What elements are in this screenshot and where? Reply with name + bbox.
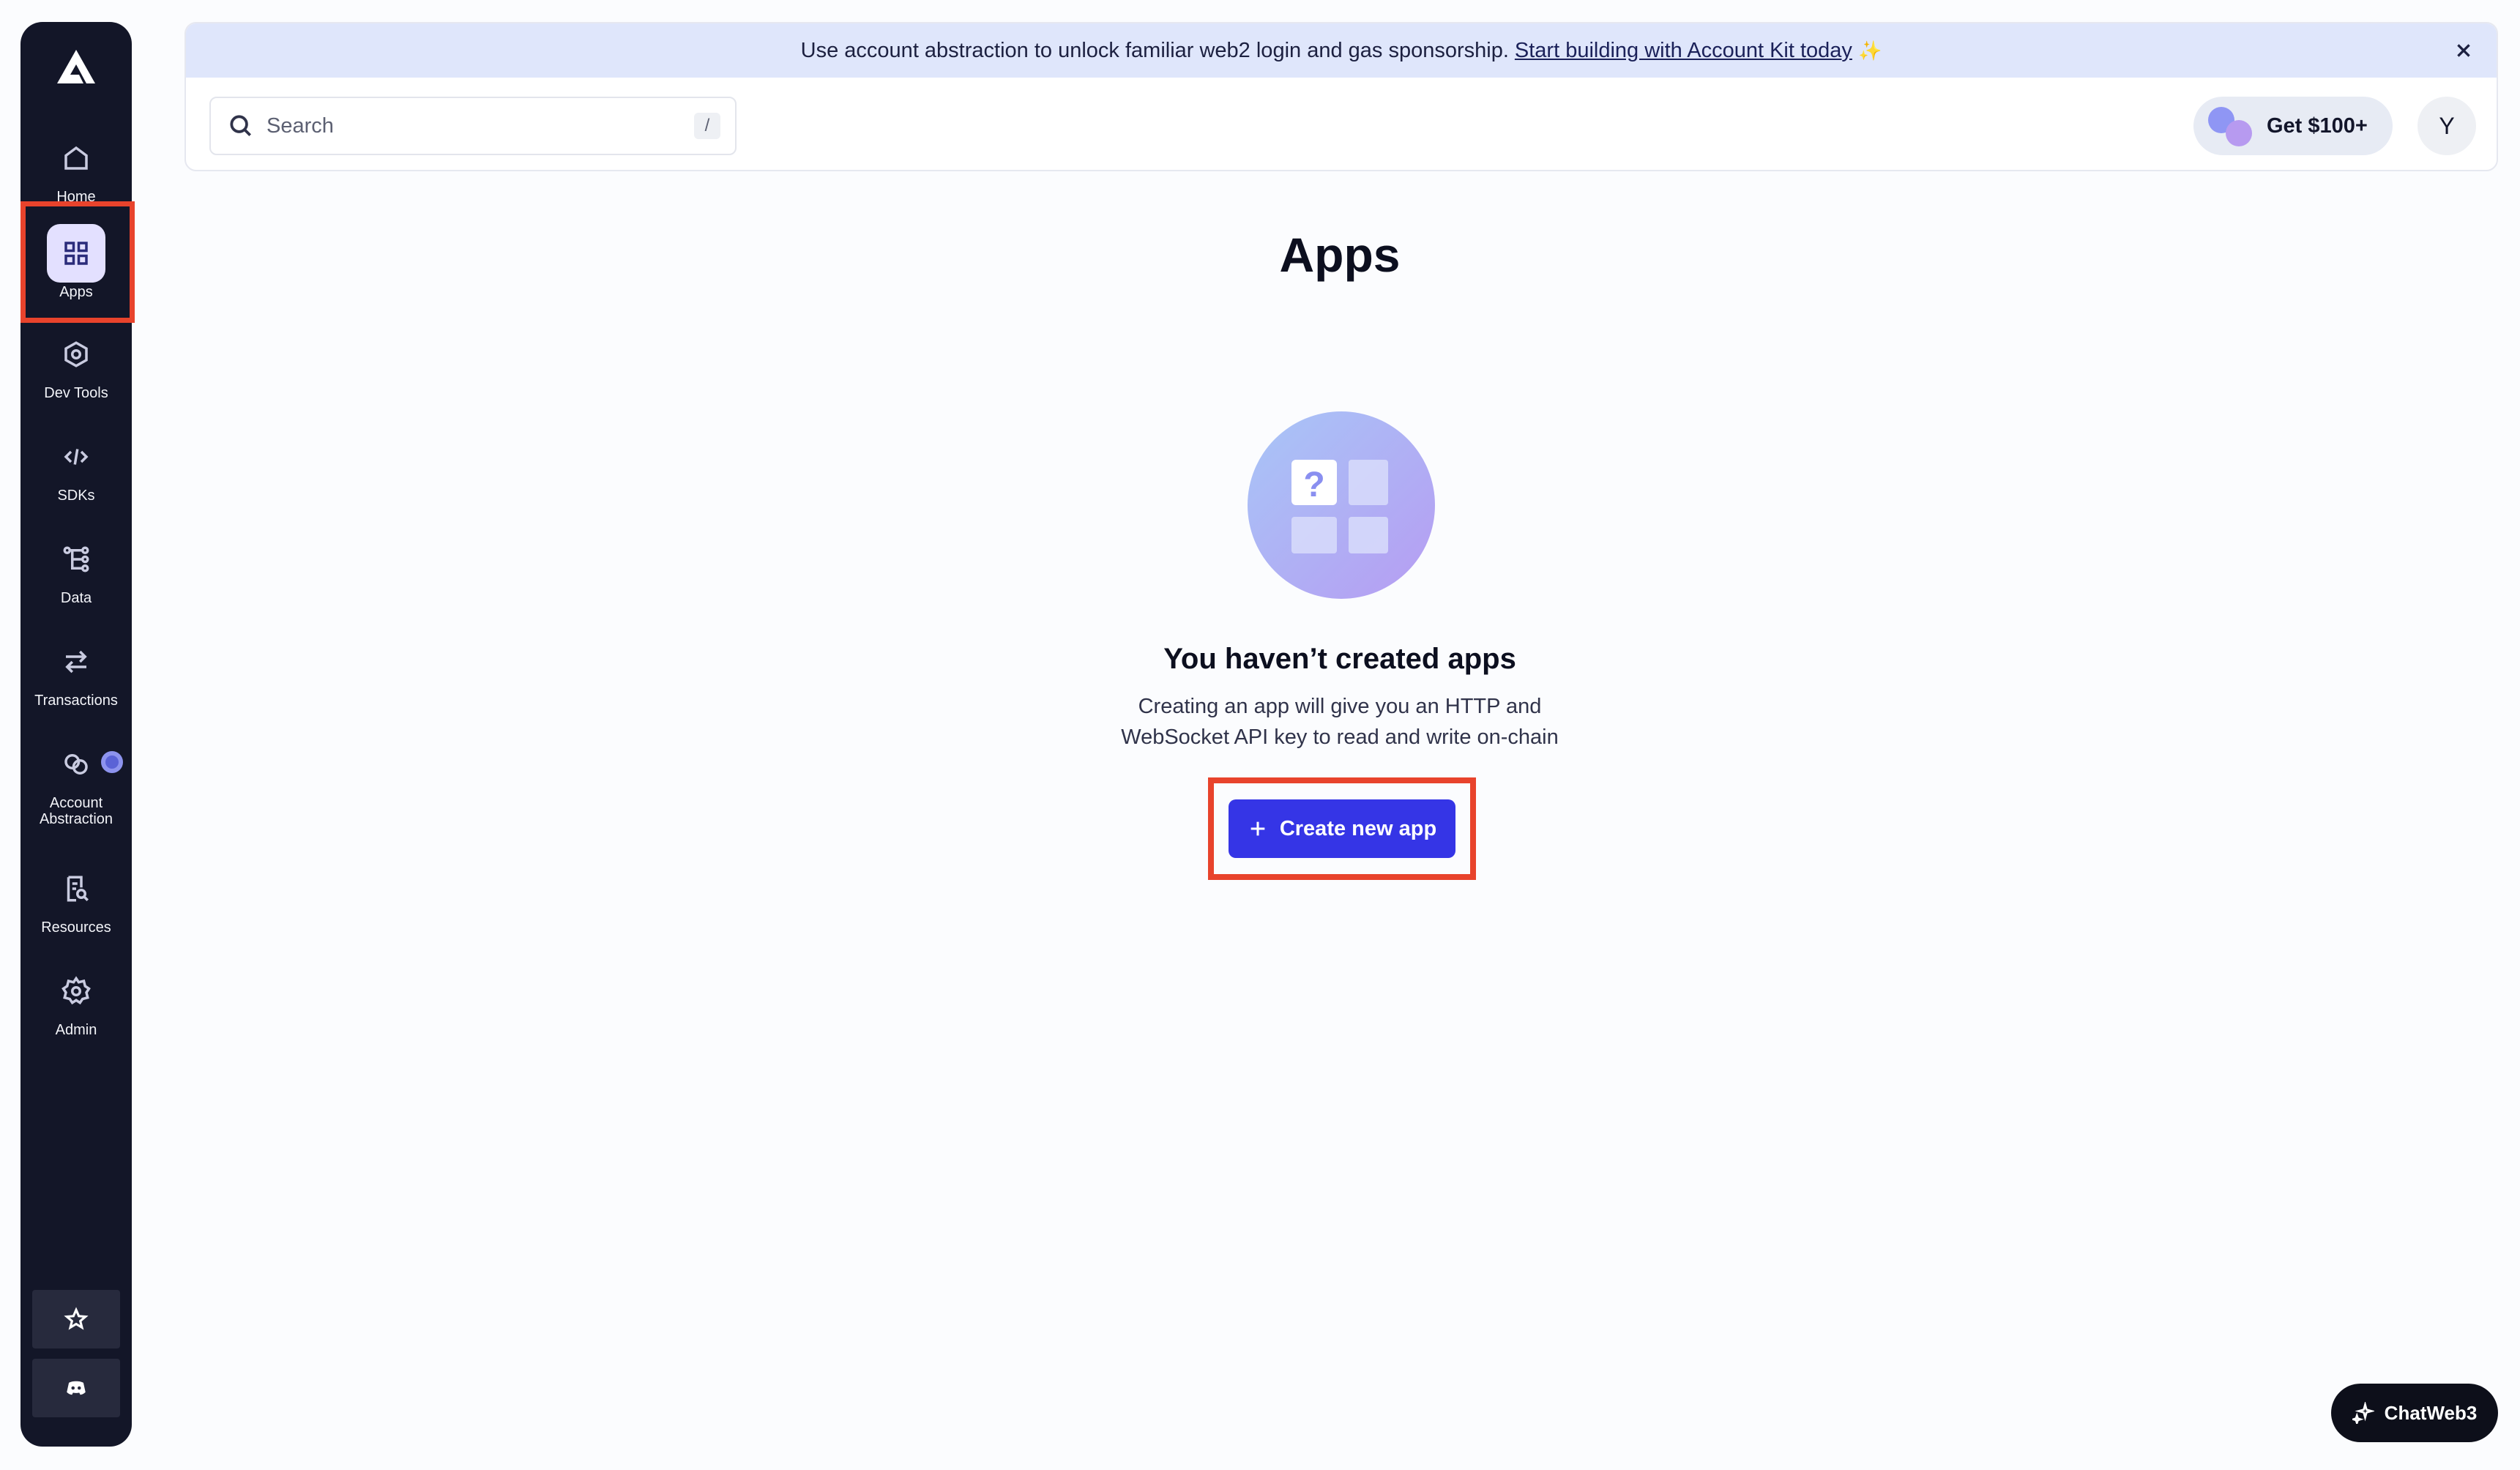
sidebar-item-apps[interactable]: Apps xyxy=(20,224,132,310)
star-icon xyxy=(64,1307,89,1330)
sidebar-item-data[interactable]: Data xyxy=(20,530,132,616)
referral-promo-button[interactable]: Get $100+ xyxy=(2193,97,2393,155)
chatweb3-button[interactable]: ChatWeb3 xyxy=(2331,1384,2498,1442)
discord-button[interactable] xyxy=(32,1359,120,1417)
sidebar-item-admin[interactable]: Admin xyxy=(20,962,132,1048)
alchemy-logo-icon[interactable] xyxy=(54,47,98,88)
empty-apps-illustration-icon: ? xyxy=(1248,411,1435,599)
create-new-app-label: Create new app xyxy=(1279,816,1437,840)
close-icon xyxy=(2457,44,2470,57)
sparkles-icon xyxy=(2352,1402,2374,1424)
code-icon xyxy=(47,428,105,486)
sidebar-item-home[interactable]: Home xyxy=(20,129,132,215)
search-placeholder: Search xyxy=(266,113,334,138)
announcement-banner: Use account abstraction to unlock famili… xyxy=(186,23,2497,78)
gear-icon xyxy=(47,962,105,1021)
document-search-icon xyxy=(47,859,105,918)
plus-icon xyxy=(1250,821,1265,836)
search-input[interactable]: Search / xyxy=(209,97,737,155)
account-kit-link[interactable]: Start building with Account Kit today xyxy=(1515,39,1852,63)
sidebar-item-sdks[interactable]: SDKs xyxy=(20,428,132,514)
sparkle-icon: ✨ xyxy=(1857,39,1882,61)
empty-state-description-line: WebSocket API key to read and write on-c… xyxy=(1121,725,1559,749)
search-shortcut-key: / xyxy=(694,113,720,139)
chatweb3-label: ChatWeb3 xyxy=(2384,1401,2478,1424)
sidebar-item-label: Transactions xyxy=(34,693,118,709)
sidebar-item-label: SDKs xyxy=(57,488,95,504)
user-avatar[interactable]: Y xyxy=(2418,97,2476,155)
overlapping-circles-icon xyxy=(47,735,105,794)
sidebar-item-dev-tools[interactable]: Dev Tools xyxy=(20,325,132,411)
sidebar-item-label: Account Abstraction xyxy=(39,795,113,827)
sidebar: Home Apps Dev Tools SDKs Data Transactio… xyxy=(20,22,132,1447)
sidebar-item-resources[interactable]: Resources xyxy=(20,859,132,946)
sidebar-item-transactions[interactable]: Transactions xyxy=(20,633,132,719)
sidebar-item-label: Apps xyxy=(59,284,93,300)
sidebar-item-account-abstraction[interactable]: Account Abstraction xyxy=(20,735,132,845)
promo-label: Get $100+ xyxy=(2267,113,2368,138)
sidebar-item-label: Admin xyxy=(55,1022,97,1038)
sidebar-item-label: Dev Tools xyxy=(44,385,108,401)
home-icon xyxy=(47,129,105,187)
close-banner-button[interactable] xyxy=(2450,37,2478,64)
sidebar-item-label: Resources xyxy=(41,919,111,936)
page-title: Apps xyxy=(1279,228,1401,282)
smiley-faces-icon xyxy=(2205,104,2256,148)
favorites-button[interactable] xyxy=(32,1290,120,1348)
banner-text: Use account abstraction to unlock famili… xyxy=(800,38,1509,62)
tree-icon xyxy=(47,530,105,589)
svg-text:?: ? xyxy=(1303,466,1324,504)
sidebar-item-label: Home xyxy=(56,189,96,205)
empty-state-description: Creating an app will give you an HTTP an… xyxy=(1047,691,1633,753)
empty-state-description-line: Creating an app will give you an HTTP an… xyxy=(1138,695,1542,718)
new-badge-icon xyxy=(101,751,123,773)
apps-grid-icon xyxy=(47,224,105,283)
sidebar-item-label: Data xyxy=(60,590,92,606)
hexagon-icon xyxy=(47,325,105,384)
empty-state-title: You haven’t created apps xyxy=(1163,643,1516,675)
discord-icon xyxy=(67,1381,86,1395)
create-new-app-button[interactable]: Create new app xyxy=(1229,799,1455,858)
top-header: Use account abstraction to unlock famili… xyxy=(184,22,2498,171)
search-icon xyxy=(230,115,252,137)
arrows-exchange-icon xyxy=(47,633,105,691)
